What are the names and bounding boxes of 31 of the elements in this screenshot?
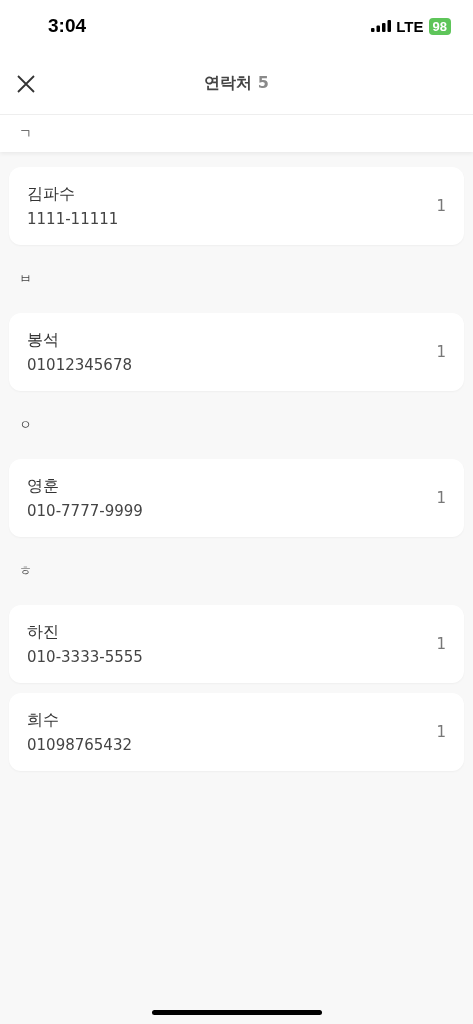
contact-count-label: 1 [436, 723, 446, 741]
close-button[interactable] [16, 74, 36, 94]
contact-count-label: 1 [436, 343, 446, 361]
section-letter: ㄱ [19, 124, 32, 143]
contact-name: 봉석 [27, 330, 60, 351]
contact-card[interactable]: 봉석 01012345678 1 [9, 313, 464, 391]
screen-title: 연락처 [204, 72, 253, 92]
contact-name: 영훈 [27, 476, 60, 497]
contact-phone: 01098765432 [27, 736, 132, 754]
contact-card[interactable]: 희수 01098765432 1 [9, 693, 464, 771]
contact-count-label: 1 [436, 489, 446, 507]
contact-phone: 010-3333-5555 [27, 648, 143, 666]
section-letter: ㅂ [19, 270, 32, 288]
battery-indicator: 98 [428, 17, 451, 35]
contact-phone: 01012345678 [27, 356, 132, 374]
contact-phone: 1111-11111 [27, 210, 119, 228]
contact-card[interactable]: 하진 010-3333-5555 1 [9, 605, 464, 683]
section-letter: ㅇ [19, 416, 32, 434]
network-label: LTE [396, 17, 424, 35]
contact-card[interactable]: 김파수 1111-11111 1 [9, 167, 464, 245]
status-time: 3:04 [48, 15, 87, 37]
contact-name: 하진 [27, 622, 60, 643]
contact-name: 희수 [27, 710, 60, 731]
signal-icon [371, 20, 392, 32]
contact-count-label: 1 [436, 197, 446, 215]
contact-card[interactable]: 영훈 010-7777-9999 1 [9, 459, 464, 537]
contact-count-label: 1 [436, 635, 446, 653]
contact-name: 김파수 [27, 184, 76, 205]
contact-phone: 010-7777-9999 [27, 502, 143, 520]
section-letter: ㅎ [19, 562, 32, 580]
contact-count: 5 [257, 72, 269, 92]
